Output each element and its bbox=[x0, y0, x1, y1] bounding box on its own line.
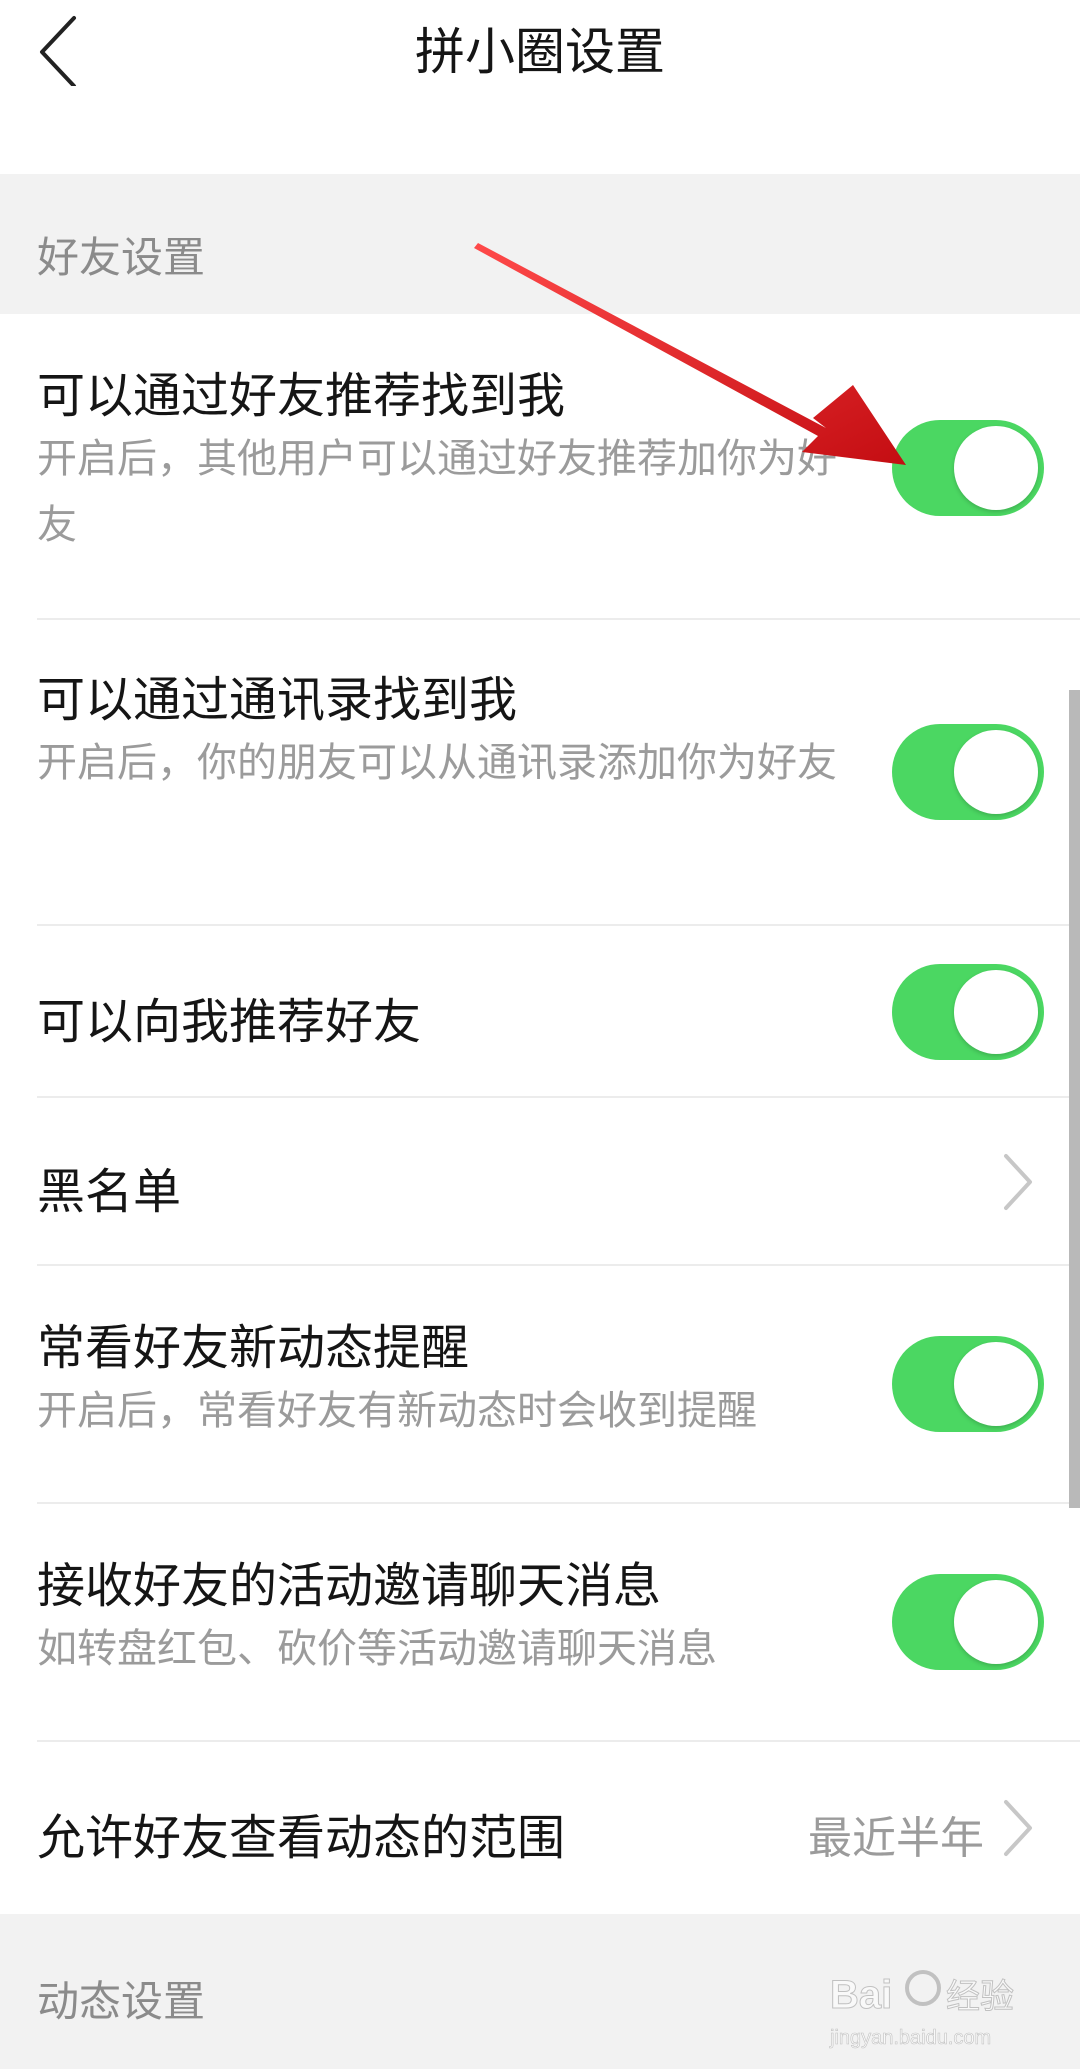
setting-row-frequent-updates: 常看好友新动态提醒 开启后，常看好友有新动态时会收到提醒 bbox=[0, 1266, 1080, 1504]
setting-label: 可以通过通讯录找到我 bbox=[37, 672, 518, 728]
setting-row-recommend-friends: 可以向我推荐好友 bbox=[0, 926, 1080, 1098]
setting-row-activity-invites: 接收好友的活动邀请聊天消息 如转盘红包、砍价等活动邀请聊天消息 bbox=[0, 1504, 1080, 1742]
toggle-recommend-find-me[interactable] bbox=[892, 420, 1044, 516]
setting-label: 常看好友新动态提醒 bbox=[37, 1320, 470, 1376]
setting-label: 可以通过好友推荐找到我 bbox=[37, 368, 566, 424]
setting-label: 黑名单 bbox=[37, 1164, 182, 1220]
chevron-right-icon bbox=[1004, 1800, 1032, 1856]
toggle-knob bbox=[954, 970, 1038, 1054]
toggle-knob bbox=[954, 426, 1038, 510]
toggle-activity-invites[interactable] bbox=[892, 1574, 1044, 1670]
setting-label: 可以向我推荐好友 bbox=[37, 994, 422, 1050]
section-header-friends: 好友设置 bbox=[0, 174, 1080, 314]
setting-row-contacts-find-me: 可以通过通讯录找到我 开启后，你的朋友可以从通讯录添加你为好友 bbox=[0, 620, 1080, 926]
toggle-knob bbox=[954, 1342, 1038, 1426]
svg-text:Bai: Bai bbox=[830, 1973, 892, 2017]
setting-description: 开启后，其他用户可以通过好友推荐加你为好友 bbox=[37, 436, 837, 548]
watermark-logo: Bai 经验 jingyan.baidu.com bbox=[829, 1970, 1015, 2049]
toggle-frequent-updates[interactable] bbox=[892, 1336, 1044, 1432]
setting-description: 开启后，你的朋友可以从通讯录添加你为好友 bbox=[37, 740, 837, 786]
page-title: 拼小圈设置 bbox=[415, 23, 665, 81]
setting-row-blacklist[interactable]: 黑名单 bbox=[0, 1098, 1080, 1266]
top-bar: 拼小圈设置 bbox=[0, 0, 1080, 174]
scrollbar[interactable] bbox=[1069, 690, 1080, 1508]
section-label: 好友设置 bbox=[37, 233, 206, 282]
setting-label: 接收好友的活动邀请聊天消息 bbox=[37, 1558, 662, 1614]
setting-value: 最近半年 bbox=[808, 1813, 984, 1864]
toggle-contacts-find-me[interactable] bbox=[892, 724, 1044, 820]
toggle-knob bbox=[954, 730, 1038, 814]
section-label: 动态设置 bbox=[37, 1977, 206, 2026]
chevron-right-icon bbox=[1004, 1154, 1032, 1210]
toggle-knob bbox=[954, 1580, 1038, 1664]
setting-label: 允许好友查看动态的范围 bbox=[37, 1810, 566, 1866]
setting-row-visibility-range[interactable]: 允许好友查看动态的范围 最近半年 bbox=[0, 1742, 1080, 1914]
toggle-recommend-friends[interactable] bbox=[892, 964, 1044, 1060]
svg-text:jingyan.baidu.com: jingyan.baidu.com bbox=[829, 2027, 991, 2049]
svg-text:经验: 经验 bbox=[946, 1977, 1014, 2017]
setting-row-recommend-find-me: 可以通过好友推荐找到我 开启后，其他用户可以通过好友推荐加你为好友 bbox=[0, 314, 1080, 620]
setting-description: 开启后，常看好友有新动态时会收到提醒 bbox=[37, 1388, 757, 1434]
setting-description: 如转盘红包、砍价等活动邀请聊天消息 bbox=[37, 1626, 717, 1672]
